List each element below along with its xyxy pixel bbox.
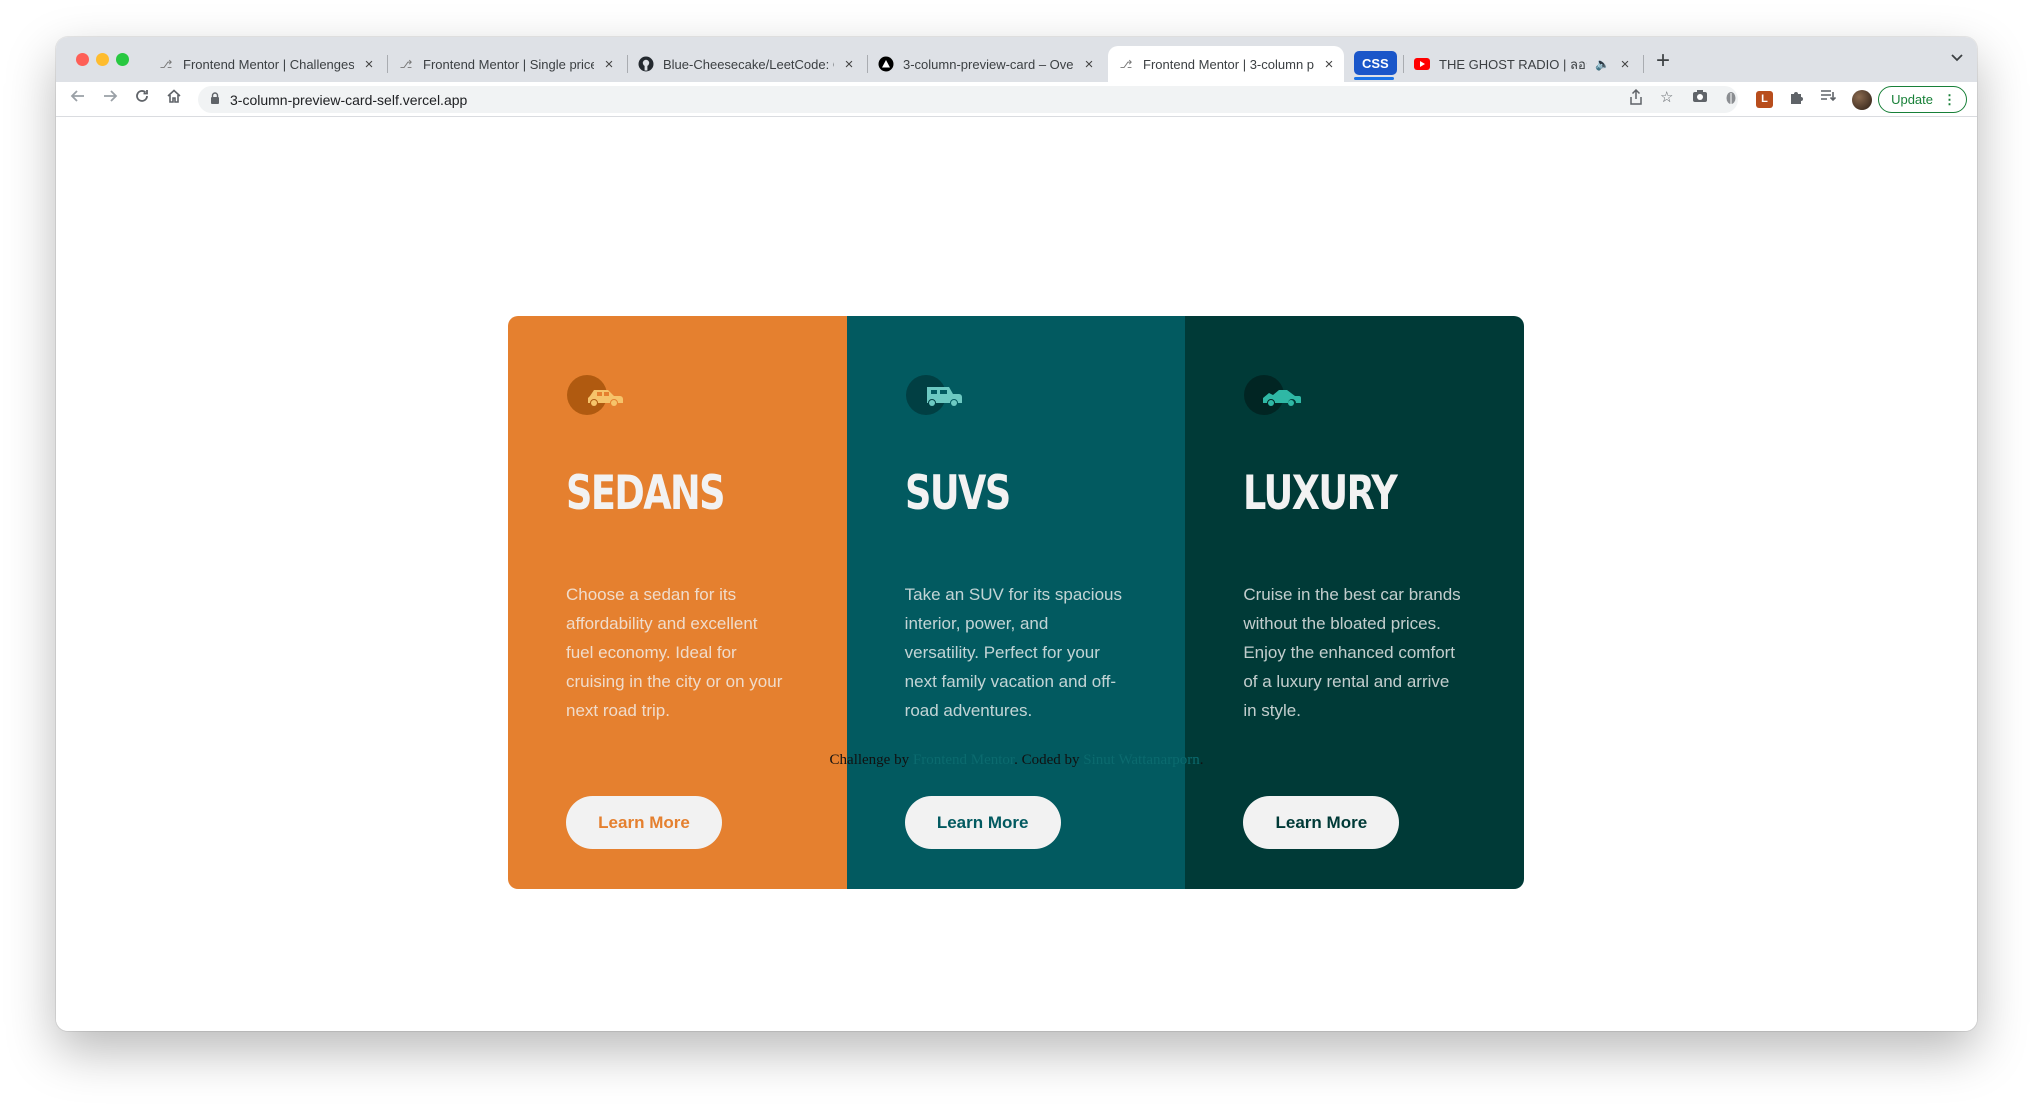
attribution-middle: . Coded by: [1014, 752, 1084, 768]
card-luxury: LUXURY Cruise in the best car brands wit…: [1185, 316, 1524, 889]
address-bar[interactable]: 3-column-preview-card-self.vercel.app: [198, 86, 1738, 113]
tab-close-icon[interactable]: ×: [842, 56, 856, 73]
card-description: Take an SUV for its spacious interior, p…: [904, 585, 1122, 720]
close-window-button[interactable]: [76, 53, 89, 66]
tab-close-icon[interactable]: ×: [1082, 56, 1096, 73]
tab-vercel-overview[interactable]: 3-column-preview-card – Over ×: [868, 46, 1104, 82]
tab-frontend-mentor-challenges[interactable]: ⎇ Frontend Mentor | Challenges ×: [148, 46, 384, 82]
attribution-prefix: Challenge by: [829, 752, 913, 768]
card-description: Cruise in the best car brands without th…: [1243, 585, 1461, 720]
tab-group-underline: [1354, 77, 1394, 80]
browser-toolbar: 3-column-preview-card-self.vercel.app ☆ …: [56, 82, 1977, 117]
card-sedans: SEDANS Choose a sedan for its affordabil…: [508, 316, 847, 889]
attribution-suffix: .: [1199, 752, 1204, 768]
more-menu-icon: ⋮: [1943, 91, 1956, 107]
frontend-mentor-favicon-icon: ⎇: [159, 58, 173, 71]
card-suvs: SUVS Take an SUV for its spacious interi…: [846, 316, 1186, 889]
tab-strip: ⎇ Frontend Mentor | Challenges × ⎇ Front…: [56, 37, 1977, 82]
lock-icon[interactable]: [210, 92, 220, 107]
extension-l-icon[interactable]: L: [1756, 91, 1773, 108]
tab-title: 3-column-preview-card – Over: [903, 56, 1074, 72]
speaker-mute-icon[interactable]: 🔈: [1595, 57, 1610, 71]
learn-more-button[interactable]: Learn More: [566, 796, 722, 849]
github-favicon-icon: [638, 56, 654, 72]
browser-window: ⎇ Frontend Mentor | Challenges × ⎇ Front…: [56, 37, 1977, 1031]
minimize-window-button[interactable]: [96, 53, 109, 66]
frontend-mentor-favicon-icon: ⎇: [399, 58, 413, 71]
card-title: LUXURY: [1243, 466, 1398, 521]
learn-more-button[interactable]: Learn More: [904, 796, 1061, 849]
tab-close-icon[interactable]: ×: [602, 56, 616, 73]
bug-extension-icon[interactable]: [1724, 89, 1738, 109]
sedan-car-icon: [567, 375, 623, 415]
author-link[interactable]: Sinut Wattanarporn: [1083, 752, 1199, 768]
luxury-car-icon: [1244, 375, 1302, 415]
tab-title: Blue-Cheesecake/LeetCode: C: [663, 56, 834, 72]
update-label: Update: [1891, 92, 1933, 107]
home-icon[interactable]: [166, 88, 182, 109]
share-icon[interactable]: [1629, 88, 1643, 109]
url-text[interactable]: 3-column-preview-card-self.vercel.app: [230, 92, 467, 108]
attribution: Challenge by Frontend Mentor. Coded by S…: [56, 752, 1977, 769]
tab-title: Frontend Mentor | 3-column pr: [1143, 56, 1314, 72]
tab-title: THE GHOST RADIO | ลอยได้: [1439, 56, 1587, 72]
camera-extension-icon[interactable]: [1692, 89, 1708, 107]
reading-list-icon[interactable]: [1820, 89, 1837, 107]
tab-youtube-ghost-radio[interactable]: THE GHOST RADIO | ลอยได้ 🔈 ×: [1404, 46, 1640, 82]
tab-separator: [1643, 55, 1644, 73]
tab-title: Frontend Mentor | Challenges: [183, 56, 354, 72]
youtube-favicon-icon: [1414, 56, 1430, 72]
update-chrome-button[interactable]: Update ⋮: [1878, 86, 1967, 113]
back-arrow-icon[interactable]: [70, 88, 86, 109]
reload-icon[interactable]: [134, 88, 150, 109]
learn-more-button[interactable]: Learn More: [1243, 796, 1400, 849]
tab-title: Frontend Mentor | Single price: [423, 56, 594, 72]
tab-frontend-mentor-3-column[interactable]: ⎇ Frontend Mentor | 3-column pr ×: [1108, 46, 1344, 82]
suv-car-icon: [905, 375, 962, 415]
card-title: SEDANS: [566, 466, 726, 521]
vercel-favicon-icon: [878, 56, 894, 72]
tab-frontend-mentor-single-price[interactable]: ⎇ Frontend Mentor | Single price ×: [388, 46, 624, 82]
preview-card-container: SEDANS Choose a sedan for its affordabil…: [508, 316, 1524, 889]
frontend-mentor-favicon-icon: ⎇: [1119, 58, 1133, 71]
forward-arrow-icon[interactable]: [102, 88, 118, 109]
tab-close-icon[interactable]: ×: [362, 56, 376, 73]
tab-search-chevron-icon[interactable]: [1951, 49, 1963, 65]
tab-github-leetcode[interactable]: Blue-Cheesecake/LeetCode: C ×: [628, 46, 864, 82]
tab-close-icon[interactable]: ×: [1322, 56, 1336, 73]
tab-group-css[interactable]: CSS: [1354, 51, 1397, 75]
card-title: SUVS: [904, 466, 1011, 521]
puzzle-extensions-icon[interactable]: [1788, 89, 1804, 109]
tab-close-icon[interactable]: ×: [1618, 56, 1632, 73]
maximize-window-button[interactable]: [116, 53, 129, 66]
profile-avatar[interactable]: [1852, 90, 1872, 110]
new-tab-button[interactable]: +: [1656, 47, 1670, 75]
frontend-mentor-link[interactable]: Frontend Mentor: [913, 752, 1014, 768]
card-description: Choose a sedan for its affordability and…: [566, 585, 783, 720]
page-content: SEDANS Choose a sedan for its affordabil…: [56, 117, 1977, 1031]
bookmark-star-icon[interactable]: ☆: [1660, 88, 1673, 106]
